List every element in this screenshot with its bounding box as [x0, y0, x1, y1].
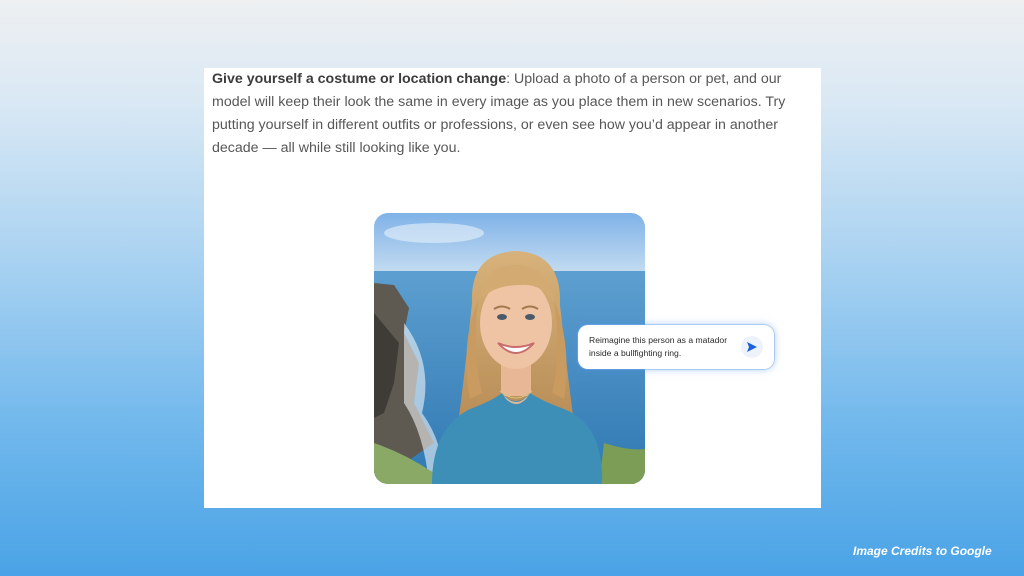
- article-card: Give yourself a costume or location chan…: [204, 68, 821, 508]
- send-button[interactable]: [741, 336, 763, 358]
- send-arrow-icon: [747, 342, 757, 352]
- image-credits: Image Credits to Google: [853, 544, 992, 558]
- article-lead: Give yourself a costume or location chan…: [212, 71, 507, 87]
- prompt-input-box[interactable]: Reimagine this person as a matador insid…: [578, 325, 774, 369]
- article-paragraph: Give yourself a costume or location chan…: [212, 68, 812, 160]
- prompt-text[interactable]: Reimagine this person as a matador insid…: [589, 334, 739, 360]
